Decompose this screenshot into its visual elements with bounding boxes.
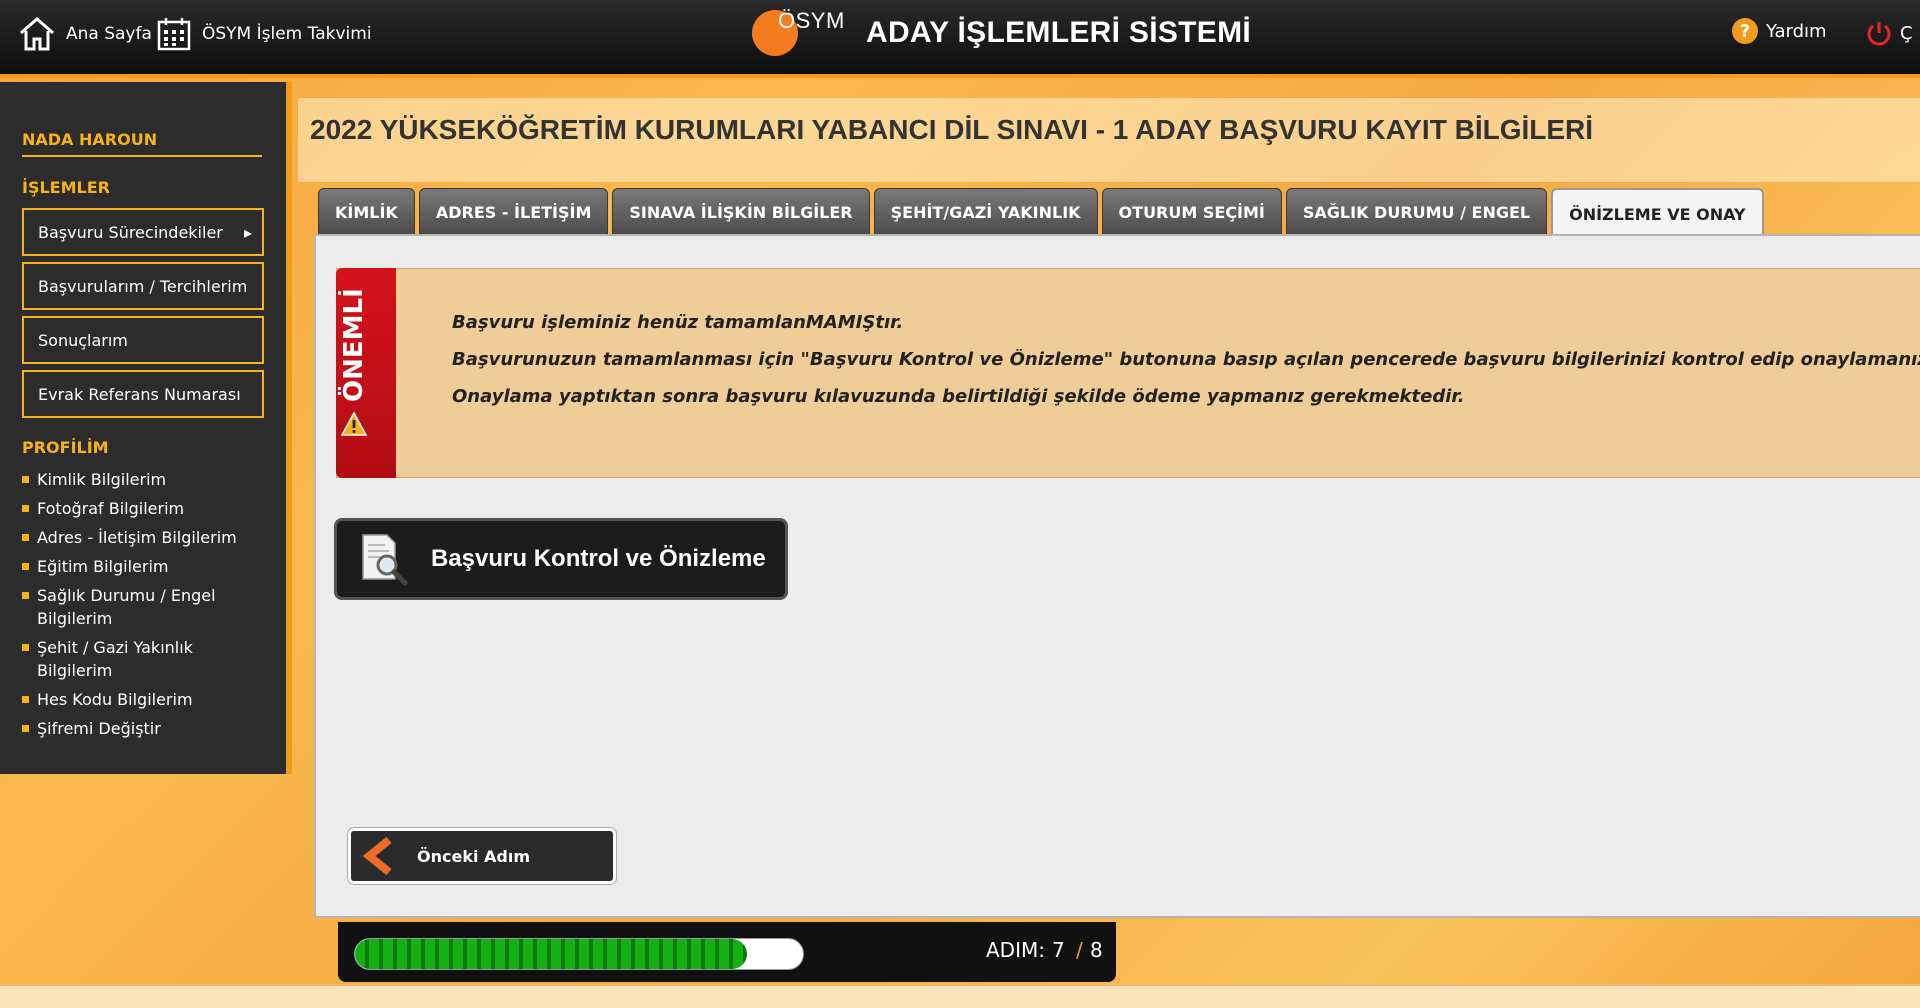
footer-strip (0, 984, 1920, 1008)
chevron-right-icon: ▸ (243, 223, 252, 242)
power-icon (1867, 22, 1891, 46)
user-name: NADA HAROUN (22, 130, 262, 157)
sidebar-item-my-applications[interactable]: Başvurularım / Tercihlerim (22, 262, 264, 310)
progress-fill (355, 939, 747, 969)
tab-address-contact[interactable]: ADRES - İLETİŞİM (418, 188, 609, 236)
profile-item-photo[interactable]: Fotoğraf Bilgilerim (22, 497, 272, 520)
help-link[interactable]: ? Yardım (1732, 18, 1827, 44)
application-tabs: KİMLİK ADRES - İLETİŞİM SINAVA İLİŞKİN B… (318, 188, 1768, 238)
chevron-left-icon (362, 836, 392, 876)
notice-list: Başvuru işleminiz henüz tamamlanMAMIŞtır… (452, 312, 1920, 423)
tab-martyr-veteran[interactable]: ŞEHİT/GAZİ YAKINLIK (873, 188, 1098, 236)
calendar-icon (157, 18, 191, 51)
notice-item: Başvuru işleminiz henüz tamamlanMAMIŞtır… (452, 312, 1920, 333)
help-icon: ? (1732, 18, 1758, 44)
document-search-icon (362, 534, 408, 586)
warning-icon (340, 411, 368, 436)
sidebar-item-my-results[interactable]: Sonuçlarım (22, 316, 264, 364)
system-title: ADAY İŞLEMLERİ SİSTEMİ (866, 16, 1251, 49)
operations-heading: İŞLEMLER (22, 178, 110, 197)
sidebar-item-label: Başvurularım / Tercihlerim (38, 276, 248, 296)
profile-item-health[interactable]: Sağlık Durumu / Engel Bilgilerim (22, 584, 272, 630)
tab-preview-approval[interactable]: ÖNİZLEME VE ONAY (1551, 188, 1764, 238)
previous-step-label: Önceki Adım (417, 846, 531, 866)
profile-item-education[interactable]: Eğitim Bilgilerim (22, 555, 272, 578)
progress-track (354, 938, 804, 970)
application-preview-button[interactable]: Başvuru Kontrol ve Önizleme (334, 518, 788, 600)
exam-calendar-link[interactable]: ÖSYM İşlem Takvimi (156, 14, 372, 54)
osym-logo: ÖSYM (752, 8, 844, 56)
tab-identity[interactable]: KİMLİK (318, 188, 415, 236)
profile-item-martyr-veteran[interactable]: Şehit / Gazi Yakınlık Bilgilerim (22, 636, 272, 682)
notice-item: Başvurunuzun tamamlanması için "Başvuru … (452, 349, 1920, 370)
profile-list: Kimlik Bilgilerim Fotoğraf Bilgilerim Ad… (22, 468, 272, 746)
profile-item-address[interactable]: Adres - İletişim Bilgilerim (22, 526, 272, 549)
exam-calendar-label: ÖSYM İşlem Takvimi (202, 24, 372, 44)
home-link-label: Ana Sayfa (66, 24, 152, 44)
application-preview-label: Başvuru Kontrol ve Önizleme (431, 545, 766, 572)
page-title: 2022 YÜKSEKÖĞRETİM KURUMLARI YABANCI DİL… (310, 114, 1594, 145)
step-progress-bar: ADIM: 7 / 8 (338, 922, 1116, 982)
sidebar-item-label: Başvuru Sürecindekiler (38, 222, 223, 242)
logout-label: Ç (1900, 22, 1913, 44)
sidebar-item-label: Sonuçlarım (38, 330, 128, 350)
step-separator: / (1076, 938, 1083, 962)
home-link[interactable]: Ana Sayfa (18, 14, 152, 54)
sidebar-item-label: Evrak Referans Numarası (38, 384, 241, 404)
sidebar-item-document-reference[interactable]: Evrak Referans Numarası (22, 370, 264, 418)
step-total: 8 (1090, 938, 1103, 962)
profile-heading: PROFİLİM (22, 438, 109, 457)
profile-item-hes-code[interactable]: Hes Kodu Bilgilerim (22, 688, 272, 711)
osym-logo-text: ÖSYM (778, 8, 845, 33)
tab-exam-info[interactable]: SINAVA İLİŞKİN BİLGİLER (612, 188, 870, 236)
help-label: Yardım (1766, 20, 1827, 42)
previous-step-button[interactable]: Önceki Adım (348, 828, 616, 884)
step-label: ADIM: (986, 938, 1045, 962)
sidebar-item-application-process[interactable]: Başvuru Sürecindekiler ▸ (22, 208, 264, 256)
important-ribbon-label: ÖNEMLİ (339, 288, 369, 438)
home-icon (20, 17, 54, 51)
profile-item-change-password[interactable]: Şifremi Değiştir (22, 717, 272, 740)
step-current: 7 (1052, 938, 1065, 962)
notice-item: Onaylama yaptıktan sonra başvuru kılavuz… (452, 386, 1920, 407)
logout-link[interactable]: Ç (1864, 18, 1913, 48)
sidebar: NADA HAROUN İŞLEMLER Başvuru Sürecindeki… (0, 82, 292, 774)
important-ribbon: ÖNEMLİ (336, 268, 396, 478)
osym-brand: ÖSYM ADAY İŞLEMLERİ SİSTEMİ (752, 8, 1251, 58)
top-navigation-bar: Ana Sayfa ÖSYM İşlem Takvimi ÖSYM ADAY İ… (0, 0, 1920, 78)
profile-item-identity[interactable]: Kimlik Bilgilerim (22, 468, 272, 491)
tab-health-disability[interactable]: SAĞLIK DURUMU / ENGEL (1285, 188, 1548, 236)
tab-session-selection[interactable]: OTURUM SEÇİMİ (1101, 188, 1282, 236)
